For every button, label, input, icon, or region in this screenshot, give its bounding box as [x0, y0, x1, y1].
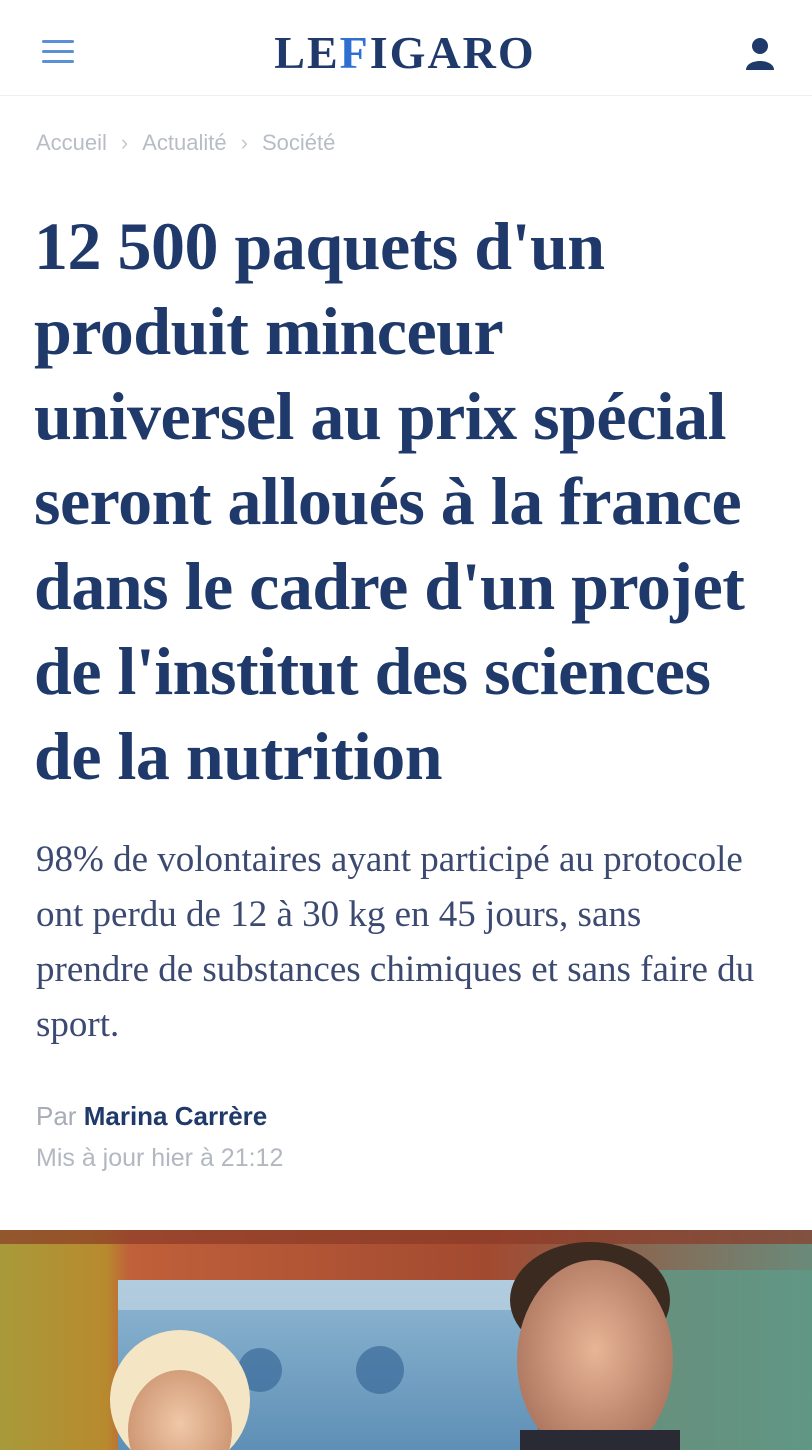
logo-text-mid: F	[339, 27, 370, 78]
breadcrumb-item-actualite[interactable]: Actualité	[142, 130, 226, 156]
site-header: LEFIGARO	[0, 0, 812, 96]
hamburger-menu-icon[interactable]	[38, 34, 78, 70]
site-logo[interactable]: LEFIGARO	[240, 28, 570, 78]
byline: Par Marina Carrère	[36, 1096, 267, 1136]
breadcrumb: Accueil › Actualité › Société	[36, 128, 335, 158]
article-date: Mis à jour hier à 21:12	[36, 1144, 284, 1172]
author-link[interactable]: Marina Carrère	[84, 1101, 268, 1131]
byline-prefix: Par	[36, 1101, 77, 1131]
chevron-right-icon: ›	[240, 130, 248, 155]
breadcrumb-item-accueil[interactable]: Accueil	[36, 130, 107, 156]
article-lead: 98% de volontaires ayant participé au pr…	[36, 839, 755, 1045]
chevron-right-icon: ›	[120, 130, 129, 155]
breadcrumb-item-societe[interactable]: Société	[262, 130, 335, 156]
article-hero-image	[0, 1230, 812, 1450]
logo-text-right: IGARO	[369, 27, 536, 78]
user-account-icon[interactable]	[742, 34, 778, 72]
logo-text-left: LE	[274, 27, 340, 78]
article-title: 12 500 paquets d'un produit minceur univ…	[34, 208, 745, 794]
